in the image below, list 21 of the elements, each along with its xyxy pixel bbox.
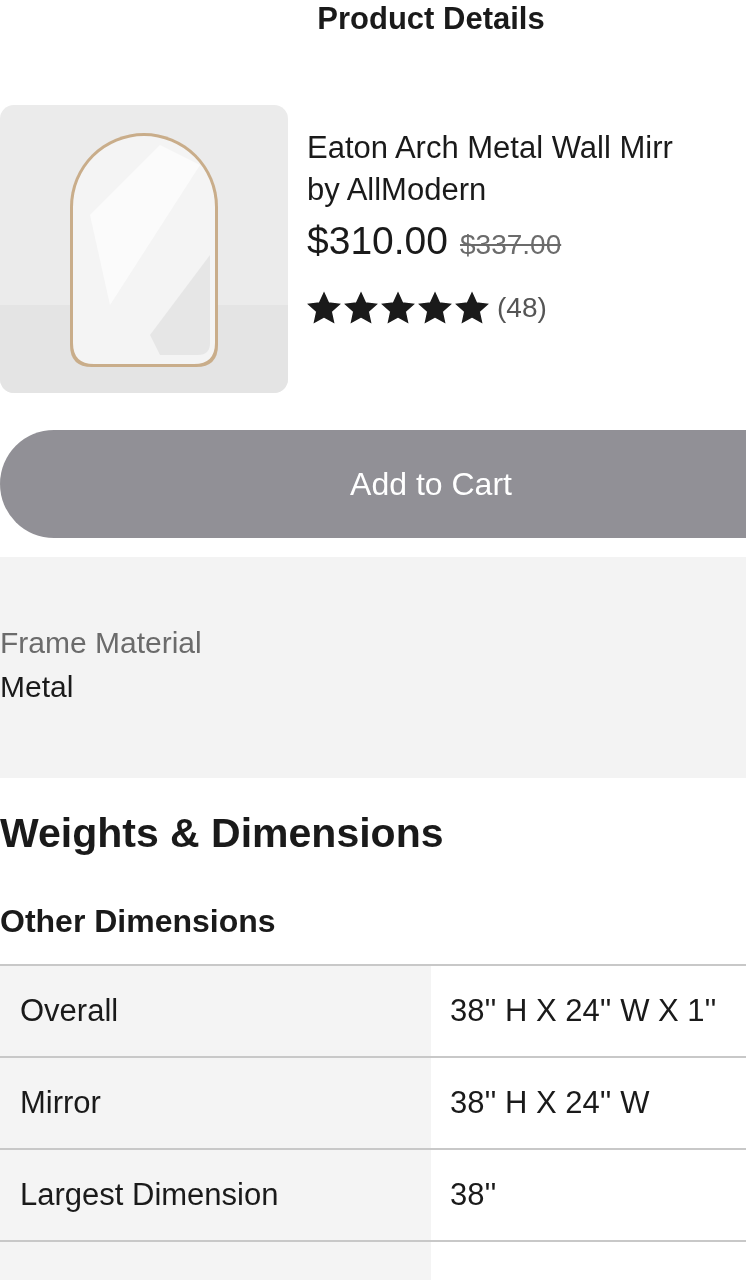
product-name: Eaton Arch Metal Wall Mirr <box>307 129 673 167</box>
page-title: Product Details <box>317 0 545 38</box>
table-cell-text: 38'' H X 24'' W X 1'' <box>449 991 718 1030</box>
section-heading: Weights & Dimensions <box>0 809 445 858</box>
table-cell-text: 38'' H X 24'' W <box>449 1083 651 1122</box>
star-icon <box>418 291 452 325</box>
spec-value: Metal <box>0 668 75 705</box>
original-price: $337.00 <box>460 228 562 262</box>
star-icon <box>344 291 378 325</box>
price: $310.00 <box>307 218 448 264</box>
table-cell: Largest Dimension <box>0 1150 431 1240</box>
table-cell-text: 38'' <box>449 1175 498 1214</box>
spec-label: Frame Material <box>0 624 203 661</box>
product-brand: by AllModern <box>307 171 488 209</box>
review-count: (48) <box>497 291 547 325</box>
star-icon <box>381 291 415 325</box>
subsection-heading: Other Dimensions <box>0 902 277 941</box>
table-cell: Overall <box>0 966 431 1056</box>
table-cell: Mirror <box>0 1058 431 1148</box>
star-icon <box>455 291 489 325</box>
star-icon <box>307 291 341 325</box>
